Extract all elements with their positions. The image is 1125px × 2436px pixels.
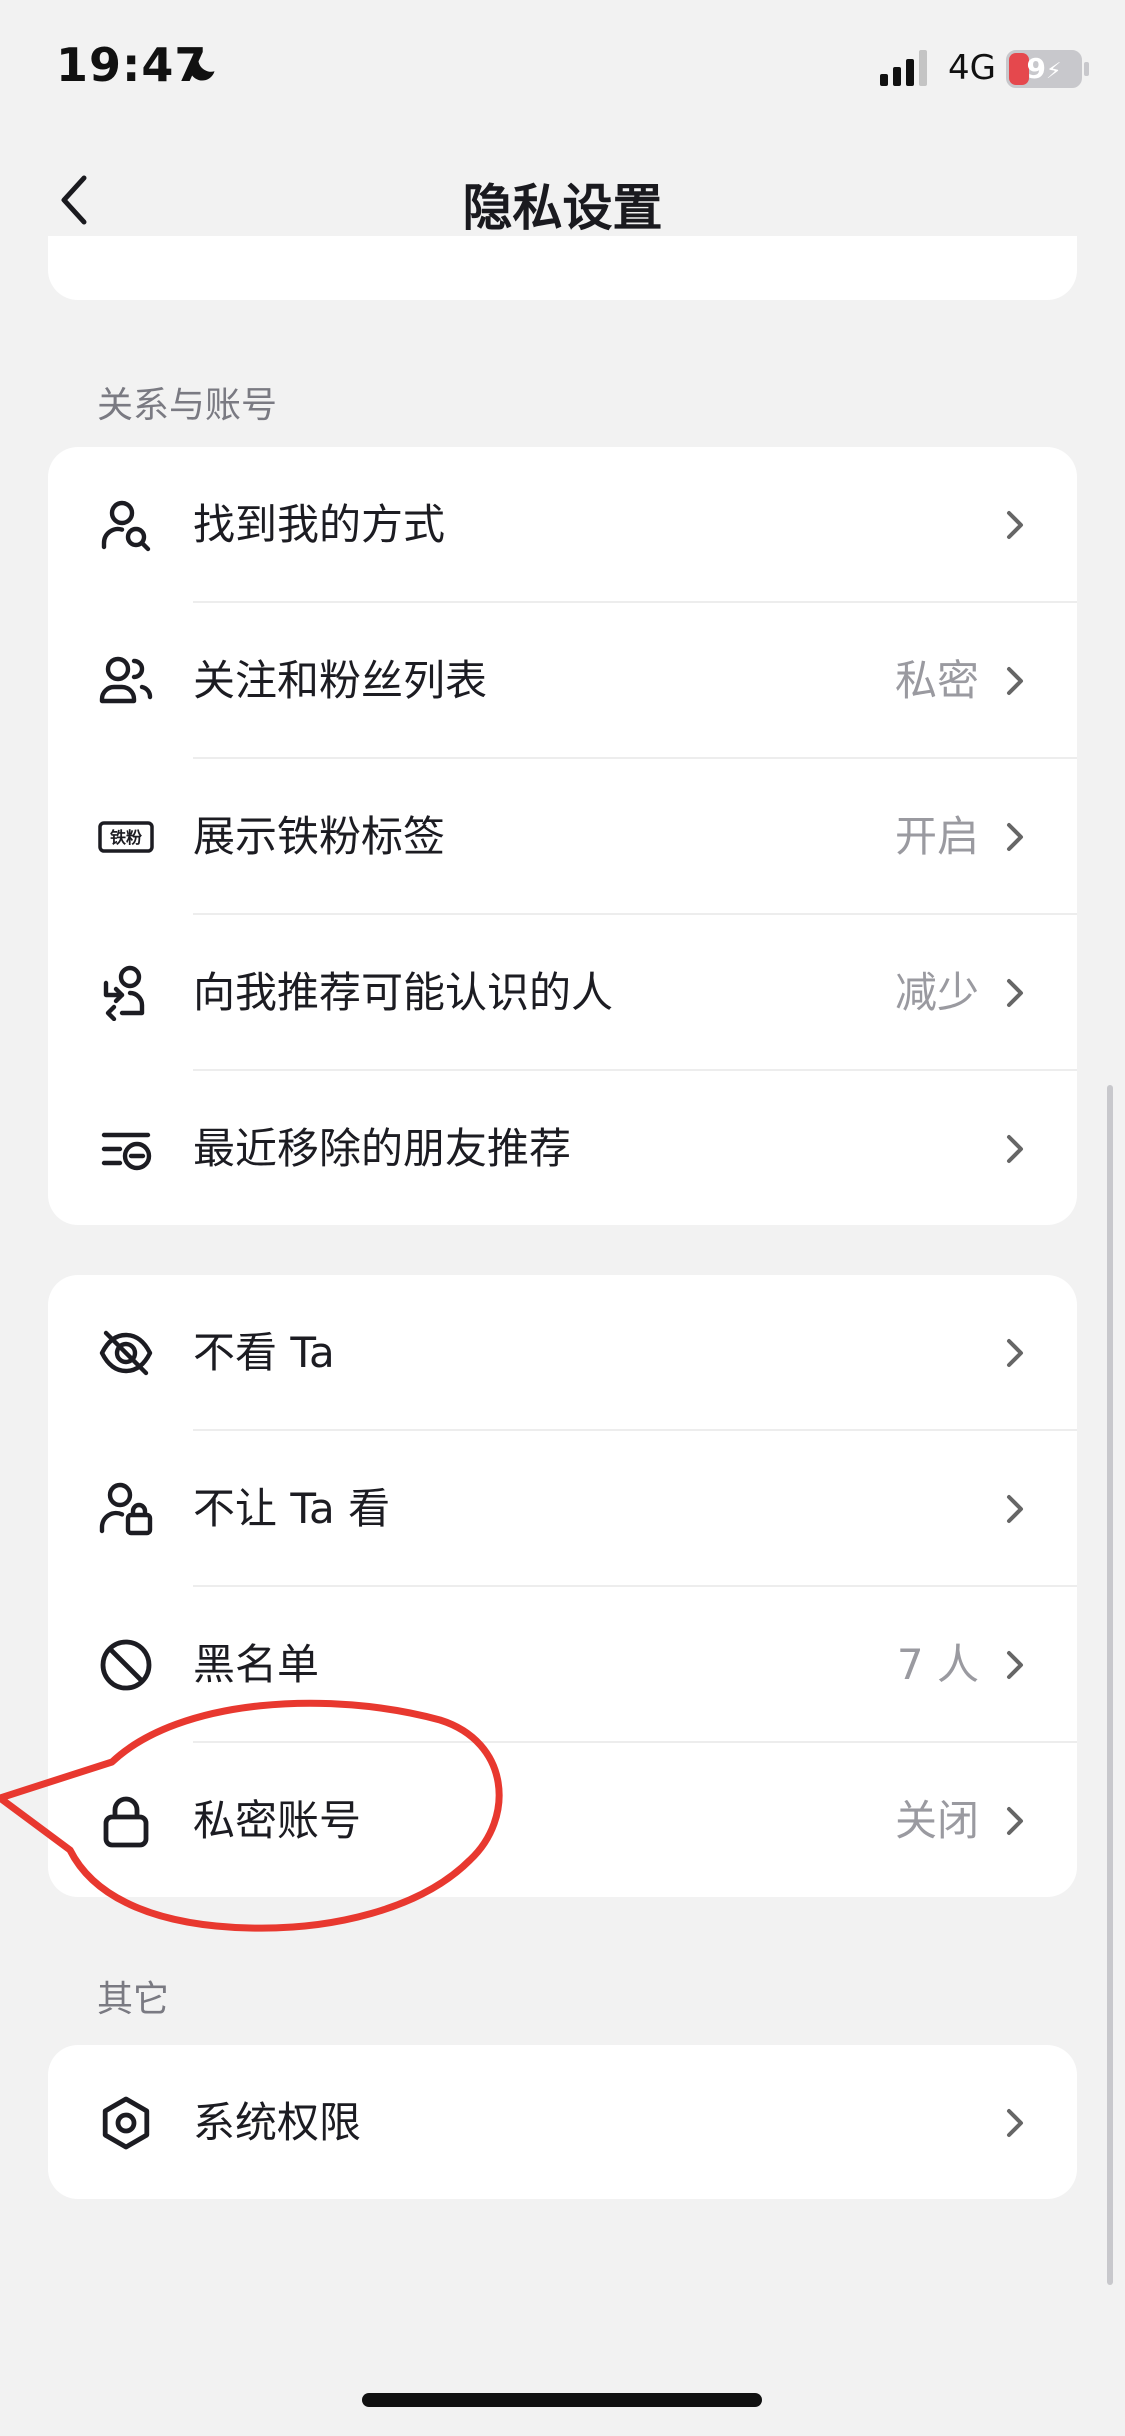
nav-bar: 隐私设置 [0,150,1125,250]
card-other: 系统权限 [48,2045,1077,2199]
row-label: 私密账号 [193,1796,362,1845]
chevron-right-icon [1007,1495,1023,1523]
user-lock-icon [99,1482,153,1536]
signal-icon [880,50,927,86]
hexagon-settings-icon [102,2096,150,2150]
chevron-right-icon [1007,1135,1023,1163]
network-label: 4G [948,48,996,88]
page-title: 隐私设置 [462,179,663,237]
row-private-account[interactable]: 私密账号 关闭 [48,1743,1077,1897]
row-label: 关注和粉丝列表 [193,656,488,705]
row-label: 系统权限 [193,2098,362,2147]
row-label: 找到我的方式 [193,500,446,549]
chevron-right-icon [1007,979,1023,1007]
home-indicator [362,2393,762,2407]
lock-icon [103,1796,149,1848]
section-label-relations: 关系与账号 [97,385,278,426]
card-relations: 找到我的方式 关注和粉丝列表 私密 铁粉 展示铁粉标签 开启 向我推荐可能认识的… [48,447,1077,1225]
section-label-other: 其它 [97,1979,170,2020]
row-label: 不让 Ta 看 [193,1484,391,1533]
row-label: 黑名单 [193,1640,320,1689]
block-icon [100,1639,152,1691]
user-recommend-icon [103,965,145,1021]
card-social: 不看 Ta 不让 Ta 看 黑名单 7 人 私密账号 关闭 [48,1275,1077,1897]
previous-card-remnant [48,236,1077,300]
chevron-right-icon [1007,2109,1023,2137]
row-dont-see-them[interactable]: 不看 Ta [48,1275,1077,1431]
charging-bolt-icon: ⚡ [1046,59,1062,84]
row-fan-badge[interactable]: 铁粉 展示铁粉标签 开启 [48,759,1077,915]
chevron-right-icon [1007,1651,1023,1679]
row-removed-recommendations[interactable]: 最近移除的朋友推荐 [48,1071,1077,1225]
user-search-icon [101,500,151,552]
chevron-right-icon [1007,1339,1023,1367]
row-value: 减少 [894,968,979,1017]
row-value: 7 人 [896,1640,979,1689]
scrollbar[interactable] [1107,1085,1113,2285]
svg-text:铁粉: 铁粉 [110,828,142,847]
fan-badge-icon: 铁粉 [98,821,154,853]
chevron-right-icon [1007,667,1023,695]
status-time: 19:47 [56,38,208,92]
chevron-right-icon [1007,823,1023,851]
users-icon [99,656,153,704]
row-value: 私密 [894,656,979,705]
row-follow-fans-list[interactable]: 关注和粉丝列表 私密 [48,603,1077,759]
chevron-right-icon [1007,511,1023,539]
moon-icon [189,55,215,81]
row-label: 最近移除的朋友推荐 [193,1124,572,1173]
row-value: 关闭 [894,1796,979,1845]
row-recommend-people[interactable]: 向我推荐可能认识的人 减少 [48,915,1077,1071]
row-system-permissions[interactable]: 系统权限 [48,2045,1077,2199]
chevron-right-icon [1007,1807,1023,1835]
row-hide-from-them[interactable]: 不让 Ta 看 [48,1431,1077,1587]
battery-level: 9⚡ [1014,50,1074,88]
row-label: 展示铁粉标签 [193,812,446,861]
list-remove-icon [101,1132,152,1171]
eye-off-icon [99,1330,153,1376]
row-blacklist[interactable]: 黑名单 7 人 [48,1587,1077,1743]
row-label: 向我推荐可能认识的人 [193,968,614,1017]
row-label: 不看 Ta [193,1328,335,1377]
status-bar: 19:47 4G 9⚡ [0,0,1125,130]
battery-level-text: 9 [1026,52,1047,85]
row-find-me[interactable]: 找到我的方式 [48,447,1077,603]
row-value: 开启 [894,812,979,861]
